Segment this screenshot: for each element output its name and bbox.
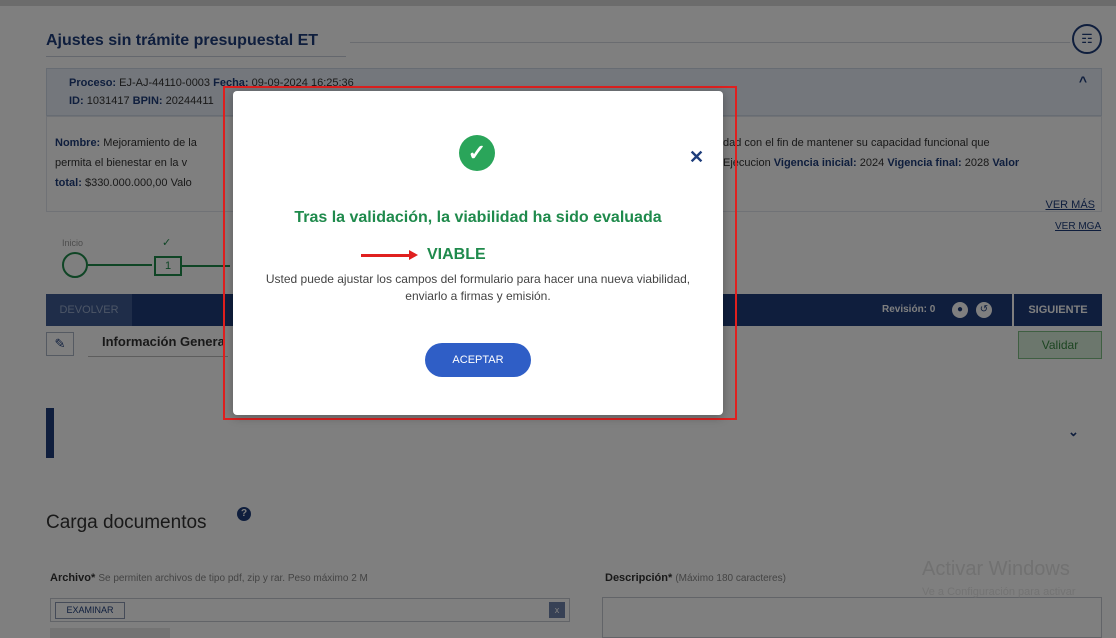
check-circle-icon: ✓ (459, 135, 495, 171)
modal-title: Tras la validación, la viabilidad ha sid… (294, 209, 662, 226)
close-icon[interactable]: ✕ (689, 147, 704, 168)
arrow-line (361, 254, 411, 257)
modal-body-text: Usted puede ajustar los campos del formu… (265, 272, 691, 303)
arrow-right-icon (409, 250, 418, 260)
validation-modal: ✓ ✕ Tras la validación, la viabilidad ha… (233, 91, 723, 415)
aceptar-button[interactable]: ACEPTAR (425, 343, 531, 377)
viable-status: VIABLE (427, 246, 486, 263)
